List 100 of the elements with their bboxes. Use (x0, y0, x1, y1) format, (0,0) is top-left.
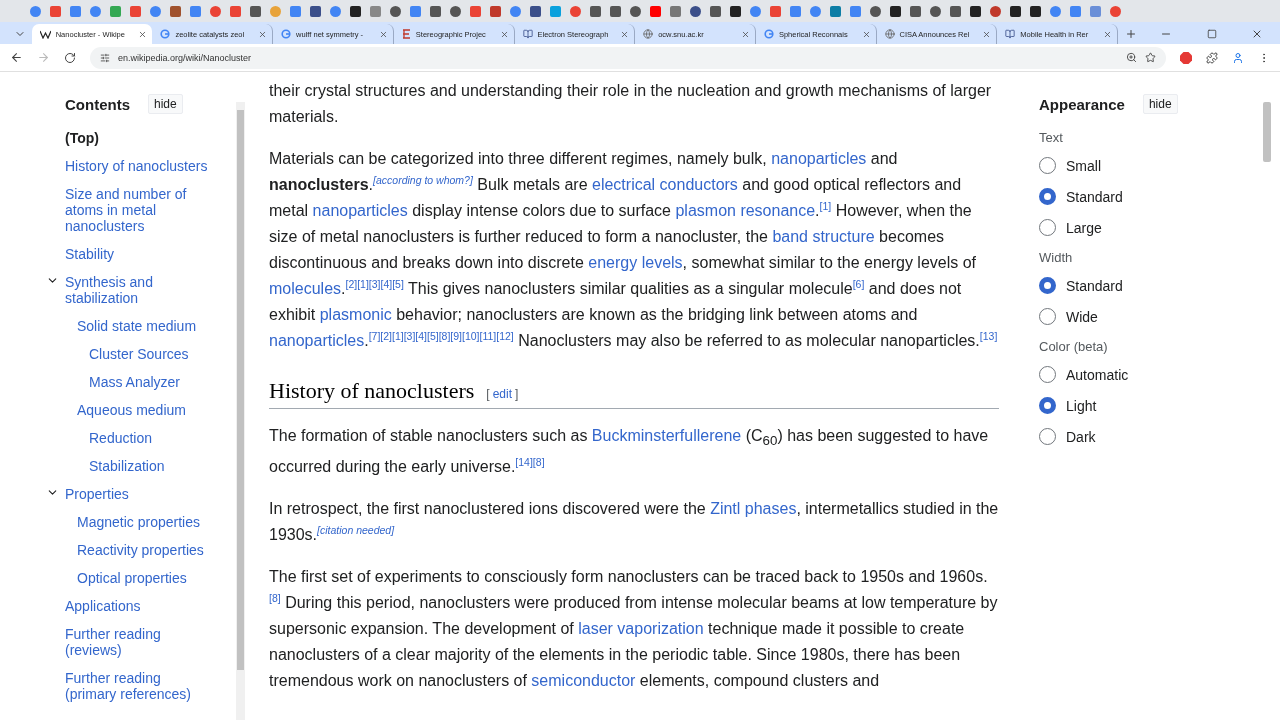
radio-button[interactable] (1039, 188, 1056, 205)
link[interactable]: laser vaporization (578, 620, 704, 638)
option-label: Dark (1066, 428, 1096, 445)
globe-icon (884, 29, 895, 39)
link[interactable]: semiconductor (531, 672, 636, 690)
toc-link[interactable]: Magnetic properties (77, 514, 200, 530)
radio-button[interactable] (1039, 428, 1056, 445)
radio-button[interactable] (1039, 397, 1056, 414)
toc-link[interactable]: Further reading (primary references) (65, 670, 215, 702)
toc-link[interactable]: History of nanoclusters (65, 158, 208, 174)
radio-button[interactable] (1039, 308, 1056, 325)
radio-button[interactable] (1039, 157, 1056, 174)
link[interactable]: band structure (772, 228, 875, 245)
bookmark-icon[interactable] (890, 5, 901, 17)
book-icon (522, 29, 533, 39)
zoom-icon[interactable] (1126, 52, 1137, 63)
toc-link[interactable]: Stability (65, 246, 115, 262)
toc-link[interactable]: Stabilization (89, 458, 165, 474)
toc-link[interactable]: Reactivity properties (77, 542, 204, 558)
reference-link[interactable]: [13] (979, 329, 998, 342)
bookmark-icon[interactable] (430, 5, 441, 17)
bookmark-icon[interactable] (690, 5, 701, 17)
hide-button[interactable]: hide (148, 94, 183, 114)
close-icon[interactable] (982, 29, 992, 39)
reference-link[interactable]: [14][8] (515, 455, 545, 468)
scrollbar[interactable] (236, 102, 245, 720)
toc-link[interactable]: Size and number of atoms in metal nanoclusters (65, 186, 215, 234)
bookmark-icon[interactable] (610, 5, 621, 17)
bookmark-icon[interactable] (250, 5, 261, 17)
toc-link[interactable]: Applications (65, 598, 141, 614)
reference-link[interactable]: [6] (852, 277, 865, 290)
close-icon[interactable] (1103, 29, 1112, 39)
bookmark-icon[interactable] (390, 5, 401, 17)
reference-link[interactable]: [1] (819, 199, 832, 212)
reference-link[interactable]: [8] (269, 591, 281, 604)
citation-note[interactable]: [citation needed] (317, 523, 395, 536)
radio-button[interactable] (1039, 277, 1056, 294)
link[interactable]: energy levels (588, 254, 683, 271)
radio-button[interactable] (1039, 219, 1056, 236)
link[interactable]: electrical conductors (592, 176, 738, 193)
bookmark-icon[interactable] (590, 5, 601, 17)
close-icon[interactable] (620, 29, 630, 39)
reference-link[interactable]: [7][2][1][3][4][5][8][9][10][11][12] (368, 329, 514, 342)
edit-link[interactable]: edit (492, 387, 512, 401)
bookmark-icon[interactable] (970, 5, 981, 17)
toc-link[interactable]: Solid state medium (77, 318, 197, 334)
radio-button[interactable] (1039, 366, 1056, 383)
citation-note[interactable]: [according to whom?] (373, 173, 473, 186)
link[interactable]: plasmon resonance (675, 202, 816, 219)
option-label: Standard (1066, 188, 1123, 205)
address-bar[interactable]: en.wikipedia.org/wiki/Nanocluster (90, 46, 1166, 69)
site-settings-icon[interactable] (100, 52, 110, 63)
bookmark-icon[interactable] (710, 5, 721, 17)
link[interactable]: plasmonic (319, 306, 392, 323)
reload-icon[interactable] (64, 51, 76, 64)
close-icon[interactable] (499, 29, 509, 39)
toc-link[interactable]: Reduction (89, 430, 153, 446)
toc-link[interactable]: Optical properties (77, 570, 187, 586)
option-label: Small (1066, 157, 1101, 174)
group-label: Text (1039, 130, 1064, 145)
profile-icon[interactable] (1232, 51, 1244, 64)
bookmark-icon[interactable] (350, 5, 361, 17)
link[interactable]: Buckminsterfullerene (591, 427, 742, 444)
paragraph: The formation of stable nanoclusters such as Buckminsterfullerene (C$_{60}$) has been suggested to have occurred during the early universe.$^{[14][8]}$ (269, 426, 990, 478)
link[interactable]: nanoparticles (312, 202, 408, 219)
bookmark-icon[interactable] (930, 5, 941, 17)
bookmark-icon[interactable] (910, 5, 921, 17)
toc-link[interactable]: Further reading (reviews) (65, 626, 215, 658)
bookmark-icon[interactable] (310, 5, 321, 17)
close-icon[interactable] (258, 29, 268, 39)
bookmark-icon[interactable] (450, 5, 461, 17)
bookmark-icon[interactable] (1010, 5, 1021, 17)
toc-link[interactable]: Mass Analyzer (89, 374, 181, 390)
toc-link[interactable]: Aqueous medium (77, 402, 186, 418)
bookmark-icon[interactable] (870, 5, 881, 17)
reference-link[interactable]: [2][1][3][4][5] (345, 277, 404, 290)
extensions-icon[interactable] (1206, 51, 1218, 64)
bookmark-icon[interactable] (950, 5, 961, 17)
bookmark-icon[interactable] (730, 5, 741, 17)
bookmark-icon[interactable] (630, 5, 641, 17)
bookmark-icon[interactable] (1030, 5, 1041, 17)
close-icon[interactable] (740, 29, 750, 39)
bookmark-icon[interactable] (530, 5, 541, 17)
close-icon[interactable] (378, 29, 388, 39)
back-icon[interactable] (10, 51, 23, 64)
contents-title: Contents (65, 95, 130, 113)
ad-block-icon[interactable] (1180, 51, 1192, 64)
close-icon[interactable] (138, 29, 148, 39)
toc-link[interactable]: (Top) (65, 130, 99, 146)
toc-link[interactable]: Synthesis and stabilization (65, 274, 215, 306)
link[interactable]: Zintl phases (710, 500, 797, 518)
link[interactable]: nanoparticles (269, 332, 365, 349)
paragraph: The first set of experiments to consciously form nanoclusters can be traced back to 1950s and 1960s. $^{[8]}$ During this period, nanoclusters were produced from intense molecular beams at low temperature by supersonic expansion. The development of laser vaporization technique made it possible to create nanoclusters of a clear majority of the elements in the periodic table. Since 1980s, there has been tremendous work on nanoclusters of semiconductor elements, compound clusters and (269, 567, 999, 692)
star-icon[interactable] (1145, 52, 1156, 63)
toc-link[interactable]: Properties (65, 486, 129, 502)
link[interactable]: nanoparticles (771, 150, 867, 167)
hide-button[interactable]: hide (1142, 94, 1178, 114)
close-icon[interactable] (861, 29, 871, 39)
group-label: Color (beta) (1039, 339, 1109, 354)
toc-link[interactable]: Cluster Sources (89, 346, 189, 362)
